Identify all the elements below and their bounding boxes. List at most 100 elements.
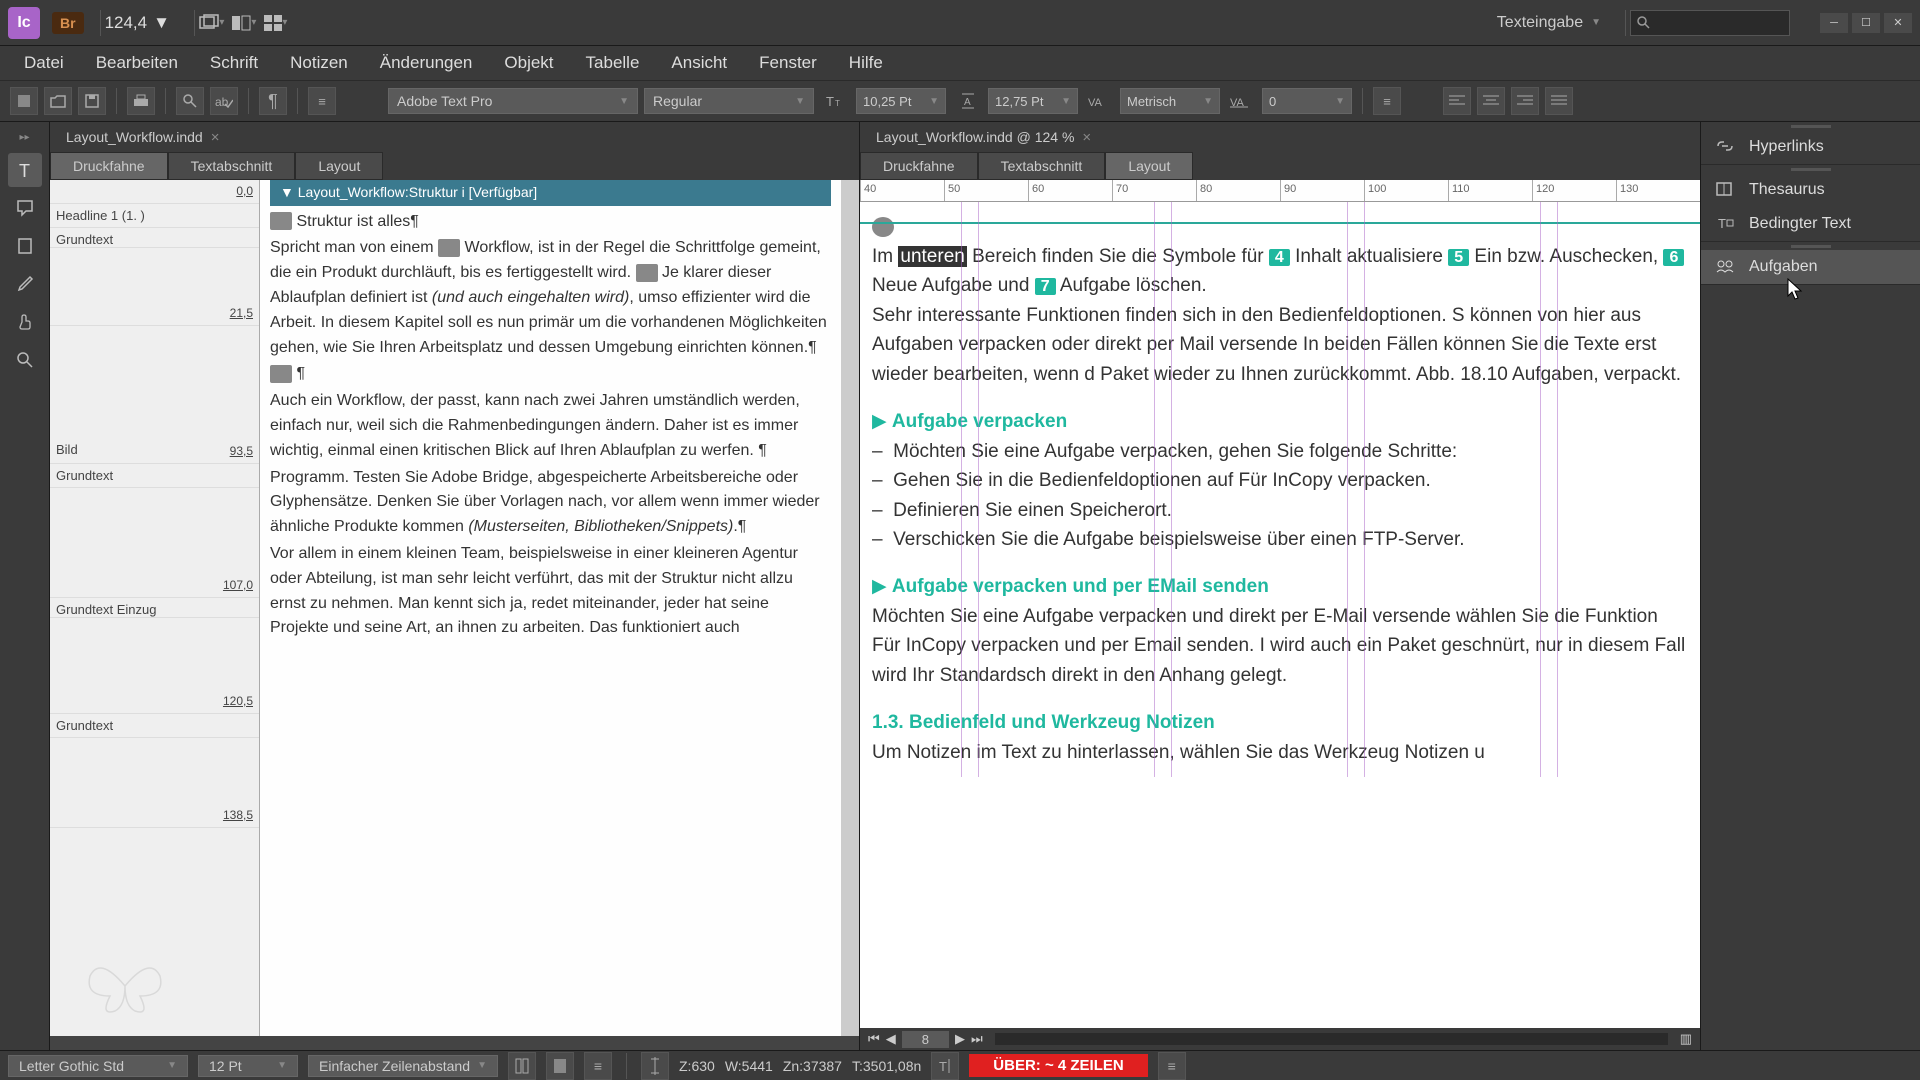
status-font-combo[interactable]: Letter Gothic Std▼: [8, 1055, 188, 1077]
kerning-combo[interactable]: Metrisch▼: [1120, 88, 1220, 114]
tab-textabschnitt[interactable]: Textabschnitt: [168, 152, 296, 180]
zoom-tool[interactable]: [8, 343, 42, 377]
leading-icon: A: [952, 88, 982, 114]
depth-ruler-icon[interactable]: [641, 1052, 669, 1080]
svg-text:T: T: [826, 94, 834, 109]
menu-objekt[interactable]: Objekt: [490, 47, 567, 79]
menu-schrift[interactable]: Schrift: [196, 47, 272, 79]
story-bar[interactable]: ▼ Layout_Workflow:Struktur i [Verfügbar]: [270, 180, 831, 206]
font-style-combo[interactable]: Regular▼: [644, 88, 814, 114]
close-icon[interactable]: ×: [1082, 129, 1091, 146]
panel-bedingter-text[interactable]: TBedingter Text: [1701, 207, 1920, 241]
column-icon[interactable]: [508, 1052, 536, 1080]
note-tool[interactable]: [8, 191, 42, 225]
align-left-icon[interactable]: [1443, 87, 1471, 115]
chevron-down-icon: ▼: [153, 13, 170, 33]
scrollbar[interactable]: [841, 180, 859, 1036]
galley-text[interactable]: ▼ Layout_Workflow:Struktur i [Verfügbar]…: [260, 180, 841, 1036]
split-view-icon[interactable]: ▥: [1680, 1031, 1692, 1047]
page-number[interactable]: 8: [902, 1031, 949, 1048]
column-icon-2[interactable]: [546, 1052, 574, 1080]
close-icon[interactable]: ×: [211, 129, 220, 146]
view-options-icon[interactable]: ▾: [263, 10, 289, 36]
minimize-button[interactable]: ─: [1820, 13, 1848, 33]
save-icon[interactable]: [78, 87, 106, 115]
font-size-combo[interactable]: 10,25 Pt▼: [856, 88, 946, 114]
first-page-icon[interactable]: ⏮: [868, 1031, 880, 1047]
checkout-icon: [872, 217, 894, 237]
leading-combo[interactable]: 12,75 Pt▼: [988, 88, 1078, 114]
menu-aenderungen[interactable]: Änderungen: [366, 47, 487, 79]
workspace-label: Texteingabe: [1497, 14, 1583, 32]
new-icon[interactable]: [10, 87, 38, 115]
bridge-badge[interactable]: Br: [52, 12, 84, 34]
align-center-icon[interactable]: [1477, 87, 1505, 115]
find-icon[interactable]: [176, 87, 204, 115]
type-tool[interactable]: T: [8, 153, 42, 187]
close-button[interactable]: ✕: [1884, 13, 1912, 33]
menu-hilfe[interactable]: Hilfe: [835, 47, 897, 79]
status-spacing-combo[interactable]: Einfacher Zeilenabstand▼: [308, 1055, 498, 1077]
document-tab-2[interactable]: Layout_Workflow.indd @ 124 % ×: [860, 122, 1700, 152]
anchor-icon: [270, 365, 292, 383]
fontsize-icon: TT: [820, 88, 850, 114]
svg-text:T: T: [939, 1059, 947, 1074]
panel-aufgaben[interactable]: Aufgaben: [1701, 250, 1920, 284]
svg-text:VA: VA: [1230, 97, 1245, 108]
prev-page-icon[interactable]: ◀: [886, 1031, 896, 1047]
kerning-icon: VA: [1084, 88, 1114, 114]
svg-text:A: A: [964, 97, 971, 108]
align-right-icon[interactable]: [1511, 87, 1539, 115]
copyfit-icon[interactable]: T: [931, 1052, 959, 1080]
layout-page[interactable]: Im unteren Bereich finden Sie die Symbol…: [860, 202, 1700, 777]
badge-6: 6: [1663, 249, 1684, 266]
hamburger-icon[interactable]: ≡: [308, 87, 336, 115]
stat-zn: Zn:37387: [783, 1058, 842, 1074]
hand-tool[interactable]: [8, 305, 42, 339]
app-icon: Ic: [8, 7, 40, 39]
h-scrollbar[interactable]: [50, 1036, 859, 1050]
stat-t: T:3501,08n: [852, 1058, 921, 1074]
menu-tabelle[interactable]: Tabelle: [572, 47, 654, 79]
font-family-combo[interactable]: Adobe Text Pro▼: [388, 88, 638, 114]
menu-fenster[interactable]: Fenster: [745, 47, 831, 79]
para-controls-icon[interactable]: ≡: [1373, 87, 1401, 115]
menu-datei[interactable]: Datei: [10, 47, 78, 79]
workspace-combo[interactable]: Texteingabe ▼: [1497, 14, 1601, 32]
position-tool[interactable]: [8, 229, 42, 263]
zoom-combo[interactable]: 124,4 ▼: [105, 13, 170, 33]
document-tab-1[interactable]: Layout_Workflow.indd ×: [50, 122, 859, 152]
hamburger-icon[interactable]: ≡: [584, 1052, 612, 1080]
status-size-combo[interactable]: 12 Pt▼: [198, 1055, 298, 1077]
panel-thesaurus[interactable]: Thesaurus: [1701, 173, 1920, 207]
svg-text:T: T: [1718, 216, 1726, 231]
svg-text:VA: VA: [1088, 97, 1103, 108]
hamburger-icon[interactable]: ≡: [1158, 1052, 1186, 1080]
stat-z: Z:630: [679, 1058, 715, 1074]
arrange-icon[interactable]: ▾: [231, 10, 257, 36]
align-justify-icon[interactable]: [1545, 87, 1573, 115]
last-page-icon[interactable]: ⏭: [971, 1031, 983, 1047]
eyedropper-tool[interactable]: [8, 267, 42, 301]
tab-druckfahne-2[interactable]: Druckfahne: [860, 152, 978, 180]
search-input[interactable]: [1630, 10, 1790, 36]
tab-layout-2[interactable]: Layout: [1105, 152, 1193, 180]
tab-druckfahne[interactable]: Druckfahne: [50, 152, 168, 180]
print-icon[interactable]: [127, 87, 155, 115]
tab-layout[interactable]: Layout: [295, 152, 383, 180]
tab-textabschnitt-2[interactable]: Textabschnitt: [978, 152, 1106, 180]
maximize-button[interactable]: ☐: [1852, 13, 1880, 33]
menu-ansicht[interactable]: Ansicht: [657, 47, 741, 79]
menu-bearbeiten[interactable]: Bearbeiten: [82, 47, 192, 79]
screen-mode-icon[interactable]: ▾: [199, 10, 225, 36]
pilcrow-icon[interactable]: ¶: [259, 87, 287, 115]
anchor-icon: [270, 212, 292, 230]
h-scrollbar[interactable]: [995, 1033, 1668, 1045]
tab-title: Layout_Workflow.indd @ 124 %: [876, 129, 1074, 145]
panel-hyperlinks[interactable]: Hyperlinks: [1701, 130, 1920, 164]
spellcheck-icon[interactable]: ab: [210, 87, 238, 115]
next-page-icon[interactable]: ▶: [955, 1031, 965, 1047]
open-icon[interactable]: [44, 87, 72, 115]
menu-notizen[interactable]: Notizen: [276, 47, 362, 79]
tracking-combo[interactable]: 0▼: [1262, 88, 1352, 114]
